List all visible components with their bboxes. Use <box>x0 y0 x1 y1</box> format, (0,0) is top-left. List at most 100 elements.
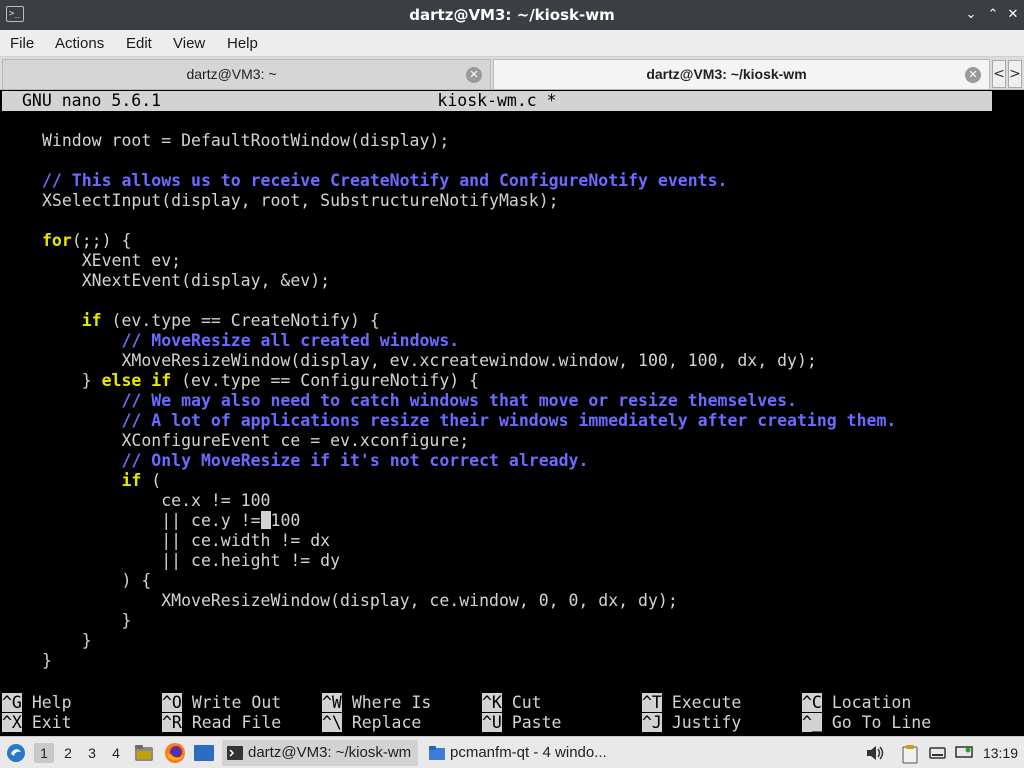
shortcut-replace[interactable]: ^\ Replace <box>322 713 421 733</box>
code-line[interactable]: } <box>2 651 992 671</box>
shortcut-read-file[interactable]: ^R Read File <box>162 713 281 733</box>
shortcut-key: ^C <box>802 693 822 712</box>
workspace-3[interactable]: 3 <box>82 743 102 763</box>
lxqt-menu-icon[interactable] <box>5 743 27 763</box>
shortcut-go-to-line[interactable]: ^_ Go To Line <box>802 713 931 733</box>
code-line[interactable]: // This allows us to receive CreateNotif… <box>2 171 992 191</box>
tab-label: dartz@VM3: ~ <box>186 66 277 82</box>
shortcut-where-is[interactable]: ^W Where Is <box>322 693 431 713</box>
nano-header: GNU nano 5.6.1 kiosk-wm.c * <box>2 91 992 111</box>
task-file-manager[interactable]: pcmanfm-qt - 4 windo... <box>424 740 620 766</box>
workspace-1[interactable]: 1 <box>34 743 54 763</box>
shortcut-key: ^T <box>642 693 662 712</box>
volume-icon[interactable] <box>865 745 885 761</box>
shortcut-label: Paste <box>511 713 562 732</box>
code-line[interactable]: } <box>2 631 992 651</box>
code-line[interactable]: || ce.y != 100 <box>2 511 992 531</box>
code-line[interactable]: // MoveResize all created windows. <box>2 331 992 351</box>
shortcut-write-out[interactable]: ^O Write Out <box>162 693 281 713</box>
tab-kiosk-wm[interactable]: dartz@VM3: ~/kiosk-wm ✕ <box>493 59 990 89</box>
shortcut-justify[interactable]: ^J Justify <box>642 713 741 733</box>
code-line[interactable] <box>2 151 992 171</box>
terminal-scrollbar[interactable] <box>992 91 1022 735</box>
shortcut-label: Go To Line <box>831 713 932 732</box>
show-desktop-icon[interactable] <box>193 744 215 762</box>
code-line[interactable]: XConfigureEvent ce = ev.xconfigure; <box>2 431 992 451</box>
close-window-button[interactable]: ✕ <box>1004 6 1022 24</box>
shortcut-label: Read File <box>191 713 282 732</box>
shortcut-key: ^K <box>482 693 502 712</box>
clipboard-icon[interactable] <box>901 744 919 764</box>
minimize-button[interactable]: ⌄ <box>962 6 980 24</box>
code-line[interactable]: XMoveResizeWindow(display, ce.window, 0,… <box>2 591 992 611</box>
code-line[interactable]: Window root = DefaultRootWindow(display)… <box>2 131 992 151</box>
shortcut-key: ^_ <box>802 713 822 732</box>
shortcut-label: Execute <box>671 693 742 712</box>
task-label: pcmanfm-qt - 4 windo... <box>450 744 607 761</box>
code-line[interactable]: // A lot of applications resize their wi… <box>2 411 992 431</box>
menu-bar: File Actions Edit View Help <box>0 30 1024 57</box>
menu-file[interactable]: File <box>10 30 34 57</box>
battery-icon[interactable] <box>929 745 947 761</box>
code-line[interactable]: ) { <box>2 571 992 591</box>
shortcut-label: Write Out <box>191 693 282 712</box>
maximize-button[interactable]: ⌃ <box>984 6 1002 24</box>
shortcut-key: ^X <box>2 713 22 732</box>
firefox-icon[interactable] <box>164 742 186 764</box>
taskbar: 1 2 3 4 dartz@VM3: ~/kiosk-wm pcmanfm-qt… <box>0 736 1024 768</box>
code-line[interactable]: } <box>2 611 992 631</box>
task-terminal[interactable]: dartz@VM3: ~/kiosk-wm <box>222 740 418 766</box>
code-line[interactable]: || ce.width != dx <box>2 531 992 551</box>
code-line[interactable]: || ce.height != dy <box>2 551 992 571</box>
close-tab-icon[interactable]: ✕ <box>965 67 981 83</box>
window-titlebar: >_ dartz@VM3: ~/kiosk-wm ⌄ ⌃ ✕ <box>0 0 1024 30</box>
code-line[interactable]: // Only MoveResize if it's not correct a… <box>2 451 992 471</box>
code-line[interactable]: if (ev.type == CreateNotify) { <box>2 311 992 331</box>
shortcut-label: Replace <box>351 713 422 732</box>
shortcut-key: ^O <box>162 693 182 712</box>
code-line[interactable]: XNextEvent(display, &ev); <box>2 271 992 291</box>
code-line[interactable]: XMoveResizeWindow(display, ev.xcreatewin… <box>2 351 992 371</box>
menu-edit[interactable]: Edit <box>126 30 152 57</box>
workspace-4[interactable]: 4 <box>106 743 126 763</box>
tab-bar: dartz@VM3: ~ ✕ dartz@VM3: ~/kiosk-wm ✕ <… <box>0 57 1024 90</box>
window-title: dartz@VM3: ~/kiosk-wm <box>409 6 615 24</box>
network-icon[interactable] <box>955 745 973 761</box>
code-line[interactable]: } else if (ev.type == ConfigureNotify) { <box>2 371 992 391</box>
code-line[interactable]: for(;;) { <box>2 231 992 251</box>
shortcut-key: ^W <box>322 693 342 712</box>
code-line[interactable]: XSelectInput(display, root, Substructure… <box>2 191 992 211</box>
shortcut-cut[interactable]: ^K Cut <box>482 693 542 713</box>
tab-scroll-left-button[interactable]: < <box>992 60 1006 88</box>
shortcut-execute[interactable]: ^T Execute <box>642 693 741 713</box>
menu-view[interactable]: View <box>173 30 205 57</box>
tab-label: dartz@VM3: ~/kiosk-wm <box>646 66 807 82</box>
close-tab-icon[interactable]: ✕ <box>466 67 482 83</box>
shortcut-exit[interactable]: ^X Exit <box>2 713 72 733</box>
shortcut-label: Location <box>831 693 912 712</box>
shortcut-key: ^G <box>2 693 22 712</box>
workspace-2[interactable]: 2 <box>58 743 78 763</box>
shortcut-help[interactable]: ^G Help <box>2 693 72 713</box>
code-line[interactable] <box>2 211 992 231</box>
menu-actions[interactable]: Actions <box>55 30 104 57</box>
code-line[interactable] <box>2 291 992 311</box>
code-line[interactable]: if ( <box>2 471 992 491</box>
menu-help[interactable]: Help <box>227 30 258 57</box>
shortcut-location[interactable]: ^C Location <box>802 693 911 713</box>
tab-scroll-right-button[interactable]: > <box>1008 60 1022 88</box>
nano-filename: kiosk-wm.c * <box>437 91 557 110</box>
tab-home[interactable]: dartz@VM3: ~ ✕ <box>2 59 491 89</box>
task-label: dartz@VM3: ~/kiosk-wm <box>248 744 412 761</box>
file-manager-icon[interactable] <box>134 743 154 763</box>
code-line[interactable]: // We may also need to catch windows tha… <box>2 391 992 411</box>
shortcut-label: Justify <box>671 713 742 732</box>
code-editor[interactable]: Window root = DefaultRootWindow(display)… <box>2 131 992 671</box>
code-line[interactable]: ce.x != 100 <box>2 491 992 511</box>
terminal-view[interactable]: GNU nano 5.6.1 kiosk-wm.c * Window root … <box>2 91 992 735</box>
shortcut-paste[interactable]: ^U Paste <box>482 713 561 733</box>
shortcut-label: Exit <box>31 713 72 732</box>
folder-icon <box>429 746 445 760</box>
clock[interactable]: 13:19 <box>983 737 1018 768</box>
code-line[interactable]: XEvent ev; <box>2 251 992 271</box>
